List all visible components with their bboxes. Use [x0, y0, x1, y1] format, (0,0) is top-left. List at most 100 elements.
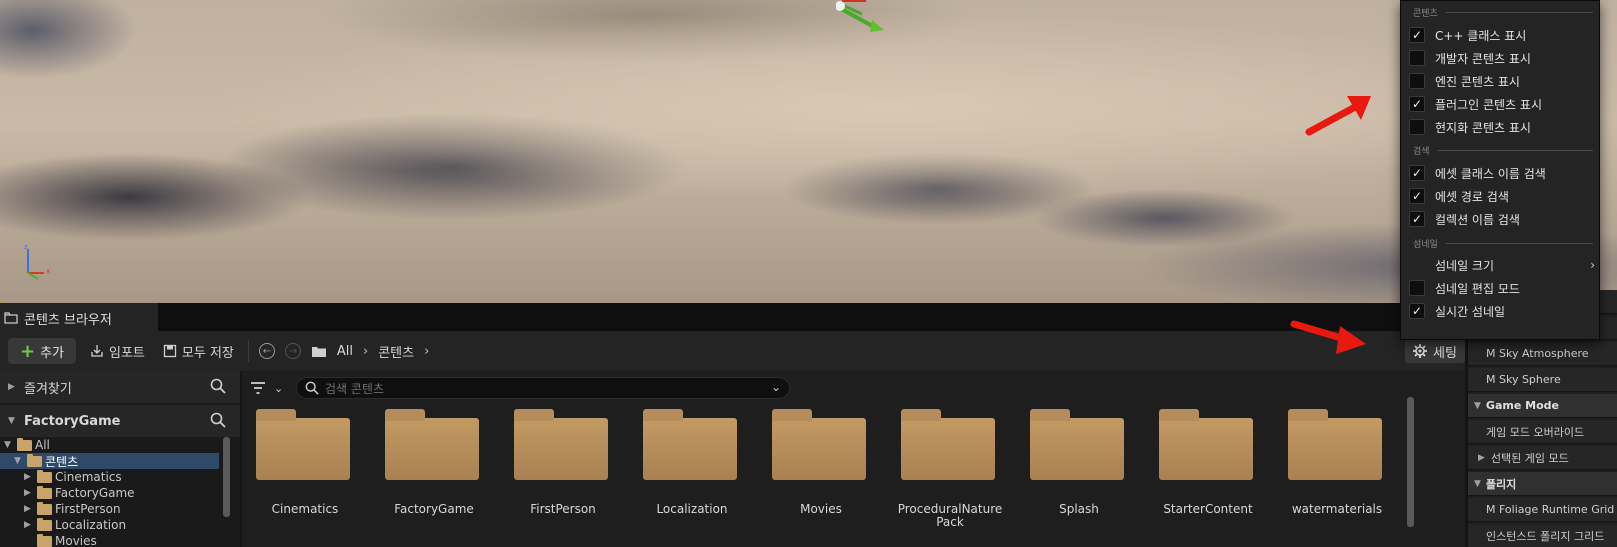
- details-property-row[interactable]: M Sky Sphere: [1468, 368, 1617, 392]
- transform-gizmo-icon[interactable]: [836, 0, 896, 34]
- menu-item[interactable]: 섬네일 편집 모드: [1409, 277, 1595, 299]
- tree-item-content[interactable]: ▼ 콘텐츠: [14, 453, 78, 469]
- asset-view: ⌄ 검색 콘텐츠 ⌄ Cinematics FactoryGame FirstPer…: [242, 371, 1465, 547]
- search-icon: [305, 381, 319, 395]
- tree-item-cinematics[interactable]: ▶ Cinematics: [24, 469, 122, 485]
- chevron-down-icon[interactable]: ⌄: [771, 380, 781, 394]
- checkbox-icon[interactable]: [1409, 119, 1425, 135]
- checkbox-checked-icon[interactable]: ✓: [1409, 165, 1425, 181]
- details-row-label: M Sky Sphere: [1486, 373, 1561, 386]
- content-browser-toolbar: + 추가 임포트 모두 저장 ← → All › 콘텐츠 ›: [0, 331, 1465, 371]
- details-category[interactable]: ▼ 폴리지: [1468, 472, 1617, 496]
- folder-tile[interactable]: FactoryGame: [371, 405, 500, 547]
- add-button[interactable]: + 추가: [8, 338, 77, 364]
- tree-item-label: 콘텐츠: [45, 454, 79, 469]
- menu-item[interactable]: 섬네일 크기 ›: [1409, 254, 1595, 276]
- chevron-down-icon[interactable]: ⌄: [274, 382, 283, 395]
- expand-right-icon: ▶: [24, 520, 31, 530]
- menu-item[interactable]: ✓ 플러그인 콘텐츠 표시: [1409, 93, 1595, 115]
- menu-item-label: 에셋 클래스 이름 검색: [1435, 166, 1546, 181]
- search-input[interactable]: 검색 콘텐츠 ⌄: [296, 377, 790, 399]
- project-header[interactable]: ▼ FactoryGame: [0, 405, 240, 437]
- folder-icon: [1288, 409, 1382, 480]
- folder-tile[interactable]: Movies: [758, 405, 887, 547]
- checkbox-icon[interactable]: [1409, 73, 1425, 89]
- folder-tile[interactable]: ProceduralNature Pack: [887, 405, 1016, 547]
- checkbox-checked-icon[interactable]: ✓: [1409, 303, 1425, 319]
- menu-item[interactable]: ✓ 에셋 클래스 이름 검색: [1409, 162, 1595, 184]
- search-icon[interactable]: [210, 378, 226, 394]
- level-viewport[interactable]: z x: [0, 0, 1617, 303]
- breadcrumb-all[interactable]: All: [337, 344, 353, 359]
- tree-scrollbar[interactable]: [223, 437, 230, 517]
- folder-icon: [311, 346, 326, 357]
- folder-grid: Cinematics FactoryGame FirstPerson Localiza…: [242, 405, 1422, 547]
- save-all-button[interactable]: 모두 저장: [159, 338, 238, 364]
- details-row-label: 선택된 게임 모드: [1490, 451, 1569, 465]
- asset-scrollbar[interactable]: [1407, 397, 1414, 527]
- expand-right-icon: ▶: [1478, 452, 1485, 463]
- checkbox-checked-icon[interactable]: ✓: [1409, 27, 1425, 43]
- folder-tile[interactable]: FirstPerson: [500, 405, 629, 547]
- menu-item[interactable]: 현지화 콘텐츠 표시: [1409, 116, 1595, 138]
- checkbox-checked-icon[interactable]: ✓: [1409, 188, 1425, 204]
- details-property-row[interactable]: 인스턴스드 폴리지 그리드: [1468, 524, 1617, 547]
- details-property-row[interactable]: 게임 모드 오버라이드: [1468, 420, 1617, 444]
- settings-button[interactable]: 세팅: [1405, 339, 1465, 363]
- menu-item[interactable]: 개발자 콘텐츠 표시: [1409, 47, 1595, 69]
- filter-icon[interactable]: [250, 381, 266, 395]
- details-row-label: 인스턴스드 폴리지 그리드: [1486, 529, 1605, 543]
- folder-icon: [256, 409, 350, 480]
- axis-indicator-icon: z x: [24, 243, 50, 280]
- details-row-label: M Foliage Runtime Grid: [1486, 503, 1615, 516]
- breadcrumb-chevron-icon[interactable]: ›: [424, 344, 429, 359]
- details-property-row[interactable]: M Foliage Runtime Grid: [1468, 498, 1617, 522]
- menu-item-label: 플러그인 콘텐츠 표시: [1435, 97, 1542, 112]
- tab-content-browser[interactable]: 콘텐츠 브라우저: [0, 303, 158, 331]
- folder-tile[interactable]: StarterContent: [1145, 405, 1274, 547]
- favorites-header[interactable]: ▶ 즐겨찾기: [0, 371, 240, 403]
- folder-icon: [385, 409, 479, 480]
- checkbox-icon[interactable]: [1409, 280, 1425, 296]
- folder-tree: ▼ All ▼ 콘텐츠 ▶ Cinematics ▶ FactoryGame ▶…: [0, 437, 232, 547]
- plus-icon: +: [20, 340, 36, 362]
- menu-item[interactable]: ✓ 에셋 경로 검색: [1409, 185, 1595, 207]
- checkbox-icon[interactable]: [1409, 50, 1425, 66]
- expand-right-icon: ▶: [24, 472, 31, 482]
- tree-item-factorygame[interactable]: ▶ FactoryGame: [24, 485, 135, 501]
- menu-item[interactable]: 엔진 콘텐츠 표시: [1409, 70, 1595, 92]
- details-property-row[interactable]: ▶ 선택된 게임 모드: [1468, 446, 1617, 470]
- settings-menu: 콘텐츠 검색 섬네일 ✓ C++ 클래스 표시 개발자 콘텐츠 표시 엔진 콘텐츠 표…: [1400, 0, 1600, 340]
- import-button[interactable]: 임포트: [86, 338, 149, 364]
- folder-name: FactoryGame: [394, 502, 474, 516]
- menu-item[interactable]: ✓ C++ 클래스 표시: [1409, 24, 1595, 46]
- folder-open-icon: [27, 453, 42, 467]
- checkbox-checked-icon[interactable]: ✓: [1409, 211, 1425, 227]
- back-icon[interactable]: ←: [258, 343, 275, 359]
- details-row-label: 폴리지: [1485, 477, 1517, 491]
- tree-item-movies[interactable]: Movies: [24, 533, 97, 547]
- tree-item-all[interactable]: ▼ All: [4, 437, 50, 453]
- folder-tile[interactable]: Localization: [629, 405, 758, 547]
- tree-item-localization[interactable]: ▶ Localization: [24, 517, 126, 533]
- add-label: 추가: [40, 345, 65, 361]
- folder-icon: [37, 485, 52, 499]
- forward-icon[interactable]: →: [284, 343, 301, 359]
- tree-item-firstperson[interactable]: ▶ FirstPerson: [24, 501, 121, 517]
- menu-item[interactable]: ✓ 컬렉션 이름 검색: [1409, 208, 1595, 230]
- details-row-label: M Sky Atmosphere: [1486, 347, 1589, 360]
- details-category[interactable]: ▼ Game Mode: [1468, 394, 1617, 418]
- settings-label: 세팅: [1433, 345, 1457, 361]
- sources-panel: ▶ 즐겨찾기 ▼ FactoryGame ▼ All ▼ 콘텐츠 ▶ Cinem…: [0, 371, 240, 547]
- checkbox-checked-icon[interactable]: ✓: [1409, 96, 1425, 112]
- folder-tile[interactable]: Splash: [1016, 405, 1145, 547]
- expand-right-icon: ▶: [8, 382, 15, 392]
- folder-tile[interactable]: watermaterials: [1274, 405, 1403, 547]
- details-property-row[interactable]: M Sky Atmosphere: [1468, 342, 1617, 366]
- folder-tile[interactable]: Cinematics: [242, 405, 371, 547]
- folder-icon: [643, 409, 737, 480]
- search-icon[interactable]: [210, 412, 226, 428]
- breadcrumb-content[interactable]: 콘텐츠: [378, 342, 414, 361]
- menu-item[interactable]: ✓ 실시간 섬네일: [1409, 300, 1595, 322]
- folder-icon: [37, 517, 52, 531]
